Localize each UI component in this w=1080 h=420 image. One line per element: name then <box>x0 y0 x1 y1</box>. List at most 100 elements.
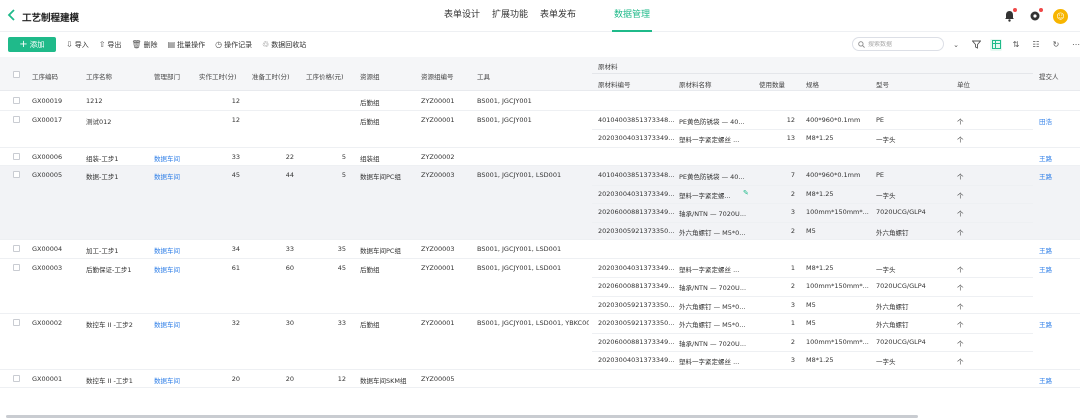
header-group[interactable]: 资源组 <box>360 71 380 81</box>
header-quantity[interactable]: 使用数量 <box>759 79 785 89</box>
cell-dept[interactable]: 数据车间 <box>154 171 196 181</box>
toolbar-history-button[interactable]: ◷ 操作记录 <box>215 40 252 50</box>
header-material-name[interactable]: 原材料名称 <box>679 79 712 89</box>
material-spec: 100mm*150mm*... <box>806 282 869 290</box>
header-submitter[interactable]: 提交人 <box>1039 71 1059 81</box>
table-header: 工序编码 工序名称 管理部门 实作工时(分) 准备工时(分) 工序价格(元) 资… <box>0 57 1080 91</box>
add-button[interactable]: + 添加 <box>8 37 56 52</box>
row-checkbox[interactable] <box>13 245 20 252</box>
header-material-no[interactable]: 原材料编号 <box>598 79 631 89</box>
header-prep-time[interactable]: 准备工时(分) <box>252 71 290 81</box>
material-no: 20203004031373349... <box>598 189 675 198</box>
table-row[interactable]: GX00002 数控车 II -工步2 数据车间 32 30 33 后勤组 ZYZ00001 B… <box>0 314 1080 370</box>
cell-submitter[interactable]: 王路 <box>1039 153 1077 163</box>
header-dept[interactable]: 管理部门 <box>154 71 180 81</box>
table-row[interactable]: GX00001 数控车 II -工步1 数据车间 20 20 12 数据车间SKM组 ZYZ0… <box>0 369 1080 388</box>
sort-icon[interactable]: ⇅ <box>1010 39 1022 51</box>
cell-dept[interactable]: 数据车间 <box>154 245 196 255</box>
cell-price: 35 <box>337 245 346 253</box>
header-unit[interactable]: 单位 <box>957 79 970 89</box>
cell-group-no: ZYZ00001 <box>421 115 455 124</box>
material-spec: 400*960*0.1mm <box>806 115 861 124</box>
search-box[interactable] <box>852 37 944 51</box>
cell-dept[interactable]: 数据车间 <box>154 319 196 329</box>
cell-submitter[interactable]: 王路 <box>1039 171 1077 181</box>
material-unit: 个 <box>957 265 964 274</box>
header-tools[interactable]: 工具 <box>477 71 490 81</box>
toolbar-batch-button[interactable]: ▤ 批量操作 <box>168 40 206 50</box>
cell-code: GX00002 <box>32 319 63 327</box>
cell-submitter[interactable]: 王路 <box>1039 264 1077 274</box>
back-arrow-icon[interactable] <box>6 7 18 23</box>
toolbar-recycle-button[interactable]: ♲ 数据回收站 <box>262 40 306 50</box>
table-row[interactable]: GX00019 1212 12 后勤组 ZYZ00001 BS001, JGCJY001 <box>0 92 1080 111</box>
cell-dept[interactable]: 数据车间 <box>154 375 196 385</box>
nav-form-publish[interactable]: 表单发布 <box>534 0 582 32</box>
header-model[interactable]: 型号 <box>876 79 889 89</box>
material-name: 外六角螺钉 — M5*0... <box>679 302 746 311</box>
more-icon[interactable]: ⋯ <box>1070 39 1080 51</box>
gear-icon[interactable] <box>1027 8 1043 24</box>
material-qty: 1 <box>790 319 795 327</box>
row-checkbox[interactable] <box>13 319 20 326</box>
nav-form-design[interactable]: 表单设计 <box>438 0 486 32</box>
toolbar-import-button[interactable]: ⇩ 导入 <box>66 40 89 50</box>
cell-code: GX00005 <box>32 171 63 179</box>
row-checkbox[interactable] <box>13 374 20 382</box>
header-code[interactable]: 工序编码 <box>32 71 58 81</box>
material-spec: M5 <box>806 300 816 309</box>
cell-actual: 20 <box>231 374 240 383</box>
table-row[interactable]: GX00003 后勤保证-工步1 数据车间 61 60 45 后勤组 ZYZ00001 BS00… <box>0 258 1080 314</box>
user-avatar[interactable]: ☺ <box>1053 8 1068 24</box>
nav-extensions[interactable]: 扩展功能 <box>486 0 534 32</box>
row-checkbox[interactable] <box>13 97 20 104</box>
material-spec: M8*1.25 <box>806 189 834 198</box>
row-checkbox[interactable] <box>13 263 20 271</box>
table-row[interactable]: GX00017 测试012 12 后勤组 ZYZ00001 BS001, JGCJY001… <box>0 110 1080 148</box>
toolbar-tool-label: 批量操作 <box>177 40 206 49</box>
toolbar-trash-button[interactable]: 🗑 删除 <box>131 40 157 50</box>
table-row[interactable]: GX00005 数据-工步1 数据车间 45 44 5 数据车间PC组 ZYZ00003 BS0… <box>0 166 1080 240</box>
horizontal-scrollbar[interactable] <box>6 415 918 418</box>
filter-icon[interactable] <box>970 39 982 51</box>
material-spec: M5 <box>806 319 816 327</box>
cell-dept[interactable]: 数据车间 <box>154 264 196 274</box>
row-checkbox[interactable] <box>13 115 20 123</box>
top-nav: 表单设计 扩展功能 表单发布 数据管理 <box>438 0 660 32</box>
header-name[interactable]: 工序名称 <box>86 71 112 81</box>
row-checkbox[interactable] <box>13 152 20 160</box>
data-table: 工序编码 工序名称 管理部门 实作工时(分) 准备工时(分) 工序价格(元) 资… <box>0 57 1080 397</box>
row-checkbox[interactable] <box>13 171 20 178</box>
material-no: 40104003851373348... <box>598 115 675 124</box>
table-row[interactable]: GX00004 加工-工步1 数据车间 34 33 35 数据车间PC组 ZYZ00003 BS… <box>0 240 1080 259</box>
material-unit: 个 <box>957 210 964 218</box>
material-name: 轴承/NTN — 7020U... <box>679 210 747 218</box>
chevron-down-icon[interactable]: ⌄ <box>950 39 962 51</box>
table-row[interactable]: GX00006 组装-工步1 数据车间 33 22 5 组装组 ZYZ00002 王路 <box>0 147 1080 166</box>
material-spec: M8*1.25 <box>806 356 834 364</box>
cell-submitter[interactable]: 王路 <box>1039 245 1077 255</box>
bell-icon[interactable] <box>1001 8 1017 24</box>
table-view-icon[interactable] <box>990 38 1002 51</box>
toolbar-export-button[interactable]: ⇧ 导出 <box>99 40 122 50</box>
header-group-no[interactable]: 资源组编号 <box>421 71 454 81</box>
header-actual-time[interactable]: 实作工时(分) <box>199 71 237 81</box>
refresh-icon[interactable]: ↻ <box>1050 39 1062 51</box>
header-spec[interactable]: 规格 <box>806 79 819 89</box>
toolbar: + 添加 ⇩导入 ⇧导出 🗑删除 ▤批量操作 ◷操作记录 ♲数据回收站 ⌄ ⇅ ☷ ↻ ⋯ <box>0 33 1080 55</box>
select-all-checkbox[interactable] <box>13 71 20 78</box>
header-price[interactable]: 工序价格(元) <box>306 71 344 81</box>
cell-dept[interactable]: 数据车间 <box>154 153 196 163</box>
edit-pencil-icon[interactable]: ✎ <box>743 189 749 197</box>
sub-row-divider <box>592 295 1033 297</box>
cell-actual: 34 <box>231 245 240 253</box>
cell-submitter[interactable]: 王路 <box>1039 375 1077 385</box>
cell-group: 数据车间SKM组 <box>360 376 407 385</box>
cell-submitter[interactable]: 王路 <box>1039 319 1077 329</box>
search-input[interactable] <box>868 40 928 48</box>
cell-actual: 45 <box>231 171 240 179</box>
nav-data-management[interactable]: 数据管理 <box>604 0 660 32</box>
cell-submitter[interactable]: 田浩 <box>1039 116 1077 126</box>
column-settings-icon[interactable]: ☷ <box>1030 39 1042 51</box>
material-qty: 3 <box>790 208 795 216</box>
